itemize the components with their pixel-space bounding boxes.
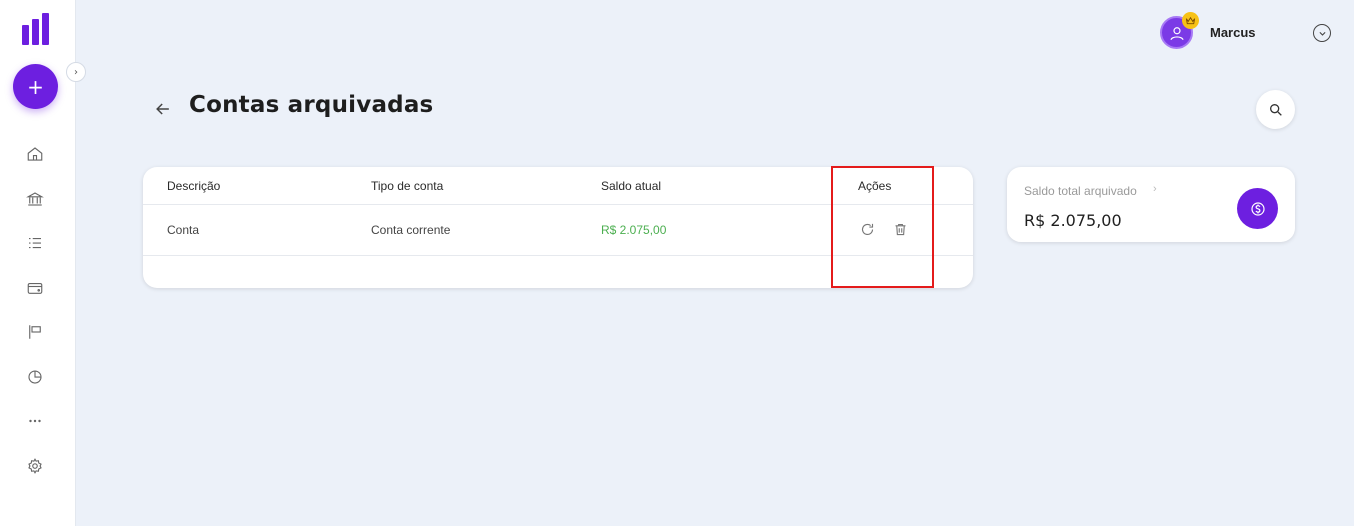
user-icon	[1169, 26, 1184, 40]
expand-sidebar-button[interactable]: ›	[66, 62, 86, 82]
cell-account-type: Conta corrente	[371, 223, 451, 237]
accounts-table: Descrição Tipo de conta Saldo atual Açõe…	[143, 167, 973, 288]
summary-label: Saldo total arquivado	[1024, 184, 1137, 198]
settings-icon[interactable]	[25, 456, 45, 476]
chevron-right-icon: ›	[1153, 183, 1157, 195]
user-profile[interactable]: Marcus	[1160, 12, 1256, 49]
wallet-icon[interactable]	[25, 278, 45, 298]
table-row: Conta Conta corrente R$ 2.075,00	[143, 205, 973, 256]
trash-icon[interactable]	[892, 221, 908, 237]
plus-icon: +	[27, 74, 44, 99]
user-name: Marcus	[1210, 25, 1256, 40]
search-icon	[1269, 103, 1282, 116]
user-menu-button[interactable]	[1313, 24, 1331, 42]
cell-balance: R$ 2.075,00	[601, 223, 667, 237]
dollar-icon	[1237, 188, 1278, 229]
summary-value: R$ 2.075,00	[1024, 211, 1122, 230]
arrow-left-icon	[156, 103, 169, 115]
search-button[interactable]	[1256, 90, 1295, 129]
add-button[interactable]: +	[13, 64, 58, 109]
flag-icon[interactable]	[25, 322, 45, 342]
header-balance: Saldo atual	[601, 179, 662, 193]
header-actions: Ações	[858, 179, 892, 193]
list-icon[interactable]	[25, 233, 45, 253]
page-title: Contas arquivadas	[189, 92, 434, 118]
app-logo[interactable]	[22, 13, 50, 45]
avatar[interactable]	[1160, 12, 1199, 49]
crown-icon	[1182, 12, 1199, 29]
cell-description: Conta	[167, 223, 200, 237]
sidebar: +	[0, 0, 76, 526]
archived-total-card[interactable]: Saldo total arquivado › R$ 2.075,00	[1007, 167, 1295, 242]
table-header: Descrição Tipo de conta Saldo atual Açõe…	[143, 167, 973, 205]
chevron-right-icon: ›	[74, 66, 78, 78]
header-account-type: Tipo de conta	[371, 179, 444, 193]
restore-icon[interactable]	[859, 221, 875, 237]
bank-icon[interactable]	[25, 189, 45, 209]
more-icon[interactable]	[25, 411, 45, 431]
home-icon[interactable]	[25, 144, 45, 164]
chevron-down-icon	[1318, 31, 1326, 36]
back-button[interactable]	[153, 99, 173, 119]
header-description: Descrição	[167, 179, 221, 193]
pie-chart-icon[interactable]	[25, 367, 45, 387]
